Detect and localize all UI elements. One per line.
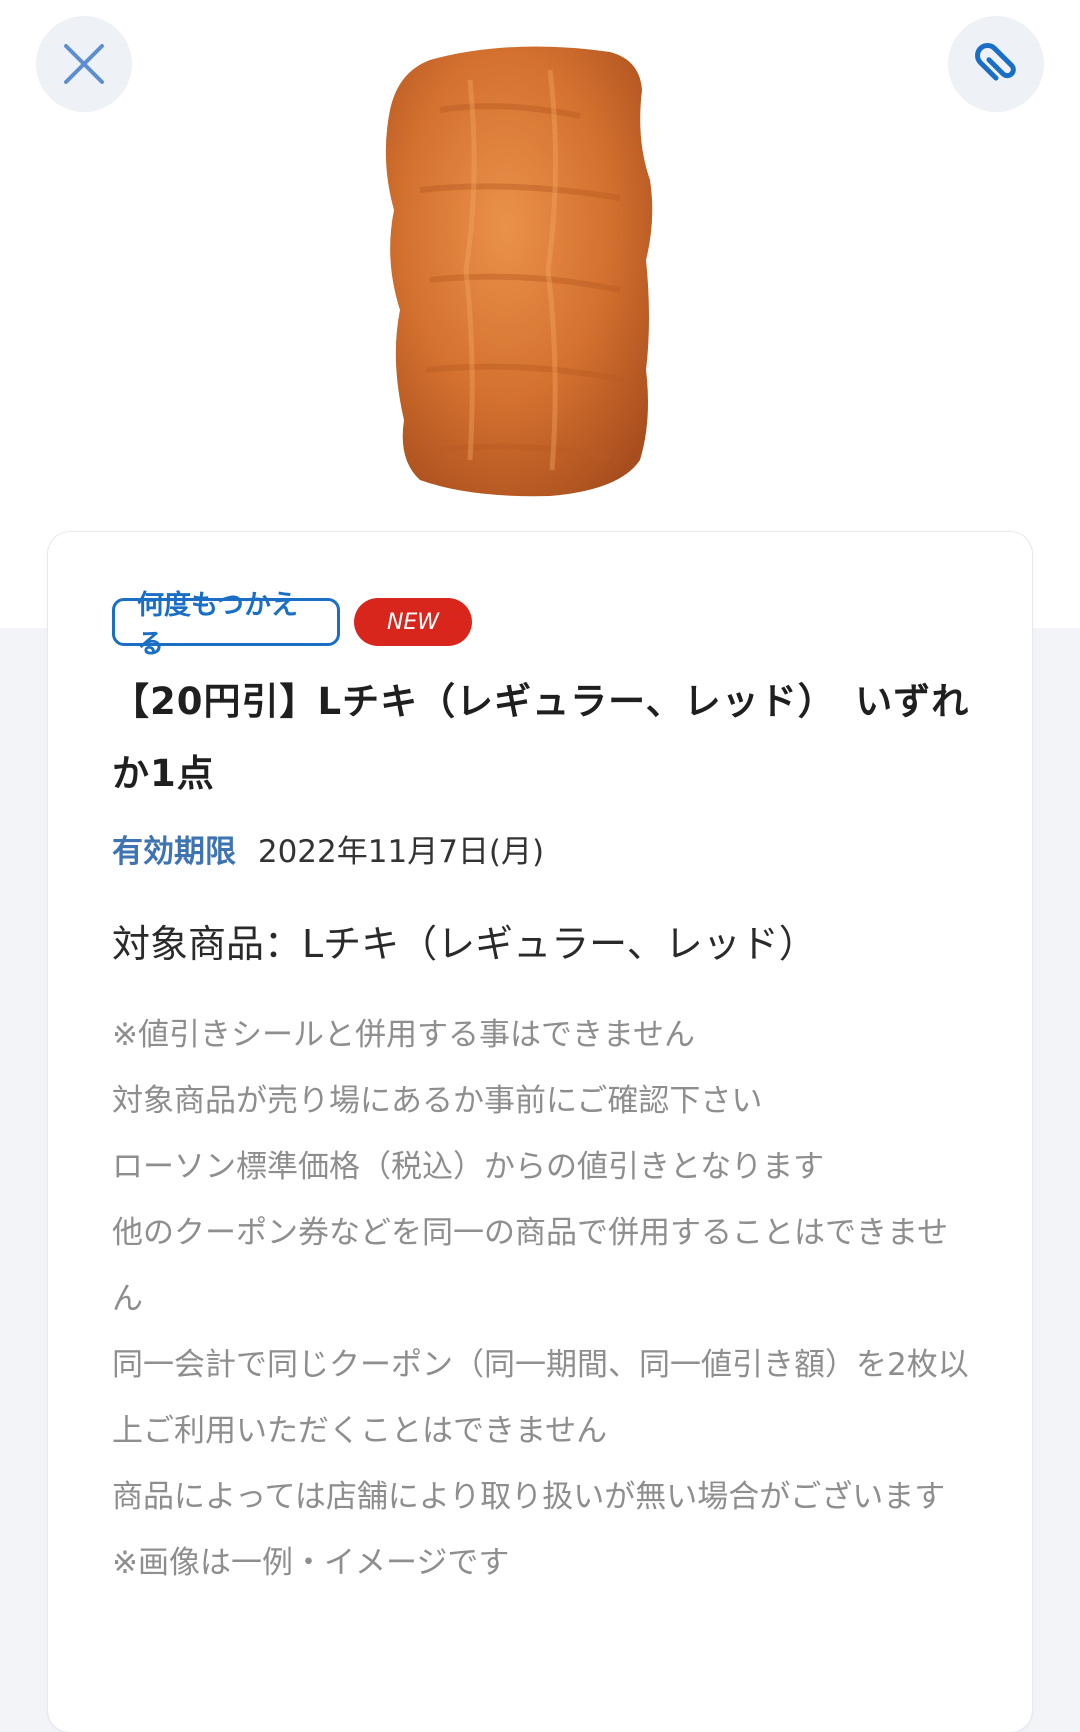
product-image — [385, 46, 653, 497]
expiry-row: 有効期限 2022年11月7日(月) — [112, 832, 544, 872]
target-product: 対象商品：Lチキ（レギュラー、レッド） — [112, 922, 817, 966]
note-item: ※画像は一例・イメージです — [112, 1545, 510, 1581]
note-item: ※値引きシールと併用する事はできません — [112, 1017, 696, 1053]
expiry-date: 2022年11月7日(月) — [257, 834, 545, 870]
note-item: 同一会計で同じクーポン（同一期間、同一値引き額）を2枚以上ご利用いただくことはで… — [112, 1347, 969, 1449]
clip-button[interactable] — [948, 16, 1044, 112]
reusable-badge: 何度もつかえる — [112, 590, 340, 660]
badge-row: 何度もつかえる NEW — [112, 590, 472, 660]
paperclip-icon — [975, 43, 1016, 81]
note-item: 他のクーポン券などを同一の商品で併用することはできません — [112, 1215, 949, 1317]
note-item: 対象商品が売り場にあるか事前にご確認下さい — [112, 1083, 763, 1119]
coupon-card: 何度もつかえる NEW 【20円引】Lチキ（レギュラー、レッド） いずれか1点 … — [48, 532, 1032, 1732]
new-badge: NEW — [354, 598, 472, 646]
close-icon — [64, 44, 104, 84]
note-item: ローソン標準価格（税込）からの値引きとなります — [112, 1149, 825, 1185]
notes-list: ※値引きシールと併用する事はできません 対象商品が売り場にあるか事前にご確認下さ… — [112, 1002, 972, 1596]
coupon-title: 【20円引】Lチキ（レギュラー、レッド） いずれか1点 — [112, 680, 970, 795]
note-item: 商品によっては店舗により取り扱いが無い場合がございます — [112, 1479, 946, 1515]
expiry-label: 有効期限 — [112, 834, 236, 870]
close-button[interactable] — [36, 16, 132, 112]
